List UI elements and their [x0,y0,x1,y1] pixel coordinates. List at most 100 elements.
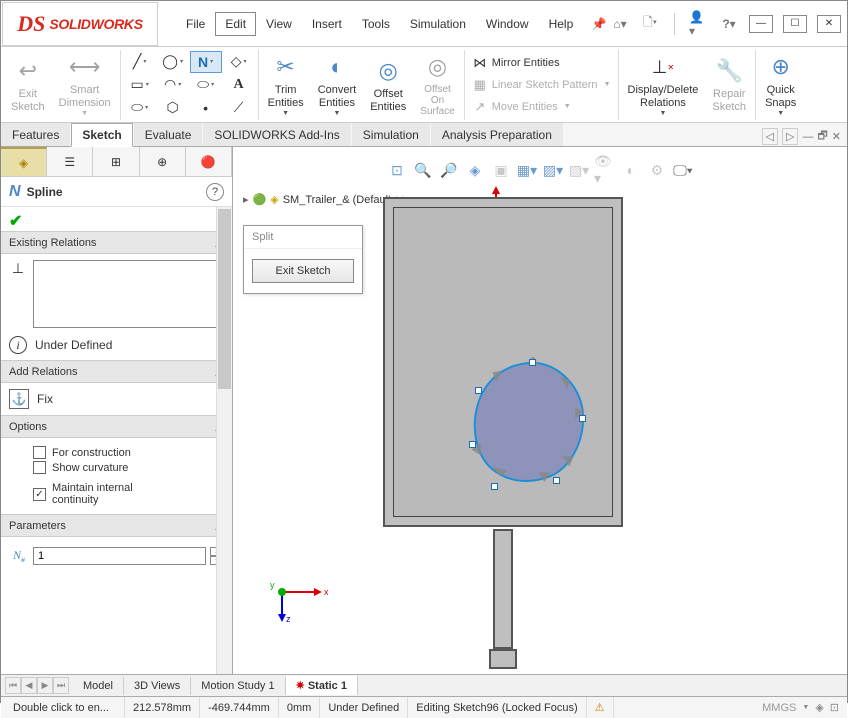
trim-entities-button[interactable]: ✂ Trim Entities ▼ [262,49,310,121]
menu-simulation[interactable]: Simulation [400,12,476,36]
rect-tool[interactable]: ▭▾ [124,74,156,96]
btab-motion[interactable]: Motion Study 1 [191,677,285,695]
monitor-icon[interactable]: 🖵▾ [672,159,694,181]
spline-region[interactable] [463,357,593,487]
user-icon[interactable]: 👤▾ [689,14,709,34]
view-orient-icon[interactable]: ◈ [464,159,486,181]
menu-help[interactable]: Help [539,12,584,36]
section-parameters[interactable]: Parameters︿ [1,514,232,537]
section-options[interactable]: Options︿ [1,415,232,438]
maximize-button[interactable]: ☐ [783,15,807,33]
quick-snaps-button[interactable]: ⊕ Quick Snaps ▼ [759,49,802,121]
maintain-continuity-checkbox[interactable]: ✓ [33,488,46,501]
tab-addins[interactable]: SOLIDWORKS Add-Ins [203,123,350,146]
repair-sketch-button[interactable]: 🔧 Repair Sketch [706,49,752,121]
exit-sketch-button[interactable]: ↩ Exit Sketch [5,49,51,121]
cube-icon[interactable]: ▨▾ [542,159,564,181]
close-button[interactable]: ✕ [817,15,841,33]
pm-tab-property[interactable]: ☰ [47,147,93,176]
tab-simulation[interactable]: Simulation [352,123,430,146]
display-style-icon[interactable]: ▦▾ [516,159,538,181]
hide-show-icon[interactable]: ▨▾ [568,159,590,181]
graphics-viewport[interactable]: ⊡ 🔍 🔎 ◈ ▣ ▦▾ ▨▾ ▨▾ 👁▾ ◐ ⚙ 🖵▾ ▸ 🟢 ◈ SM_Tr… [233,147,847,674]
arc-tool[interactable]: ◠▾ [157,74,189,96]
ok-check-icon[interactable]: ✔ [9,213,22,230]
pm-tab-dim[interactable]: ⊕ [140,147,186,176]
tab-nav-next-icon[interactable]: ▷ [782,128,798,145]
menu-window[interactable]: Window [476,12,539,36]
btab-next-icon[interactable]: ▶ [37,677,53,694]
move-entities-button[interactable]: ↗Move Entities▼ [472,97,611,117]
menu-file[interactable]: File [176,12,215,36]
plane-tool[interactable]: ◇▾ [223,51,255,73]
menu-edit[interactable]: Edit [215,12,256,36]
btab-prev-icon[interactable]: ◀ [21,677,37,694]
pm-help-button[interactable]: ? [206,183,224,201]
spline-point[interactable] [469,441,476,448]
section-view-icon[interactable]: ▣ [490,159,512,181]
tab-sketch[interactable]: Sketch [71,123,132,147]
menu-tools[interactable]: Tools [352,12,400,36]
menu-view[interactable]: View [256,12,302,36]
mirror-entities-button[interactable]: ⋈Mirror Entities [472,53,611,73]
btab-first-icon[interactable]: ⏮ [5,677,21,694]
spline-point[interactable] [491,483,498,490]
display-delete-relations-button[interactable]: ⊥✕ Display/Delete Relations ▼ [622,49,705,121]
text-tool[interactable]: A [223,74,255,96]
spline-point[interactable] [475,387,482,394]
offset-surface-button[interactable]: ◎ Offset On Surface [414,49,460,121]
btab-static[interactable]: ✷Static 1 [286,676,358,695]
tab-features[interactable]: Features [1,123,70,146]
doc-close-icon[interactable]: ✕ [832,130,841,143]
zoom-fit-icon[interactable]: ⊡ [386,159,408,181]
view-triad[interactable]: x z y [268,564,328,624]
tab-nav-prev-icon[interactable]: ◁ [762,128,778,145]
fillet-tool[interactable]: ⟋ [223,97,255,119]
point-tool[interactable]: • [190,97,222,119]
pm-tab-feature[interactable]: ◈ [1,147,47,176]
slot-tool[interactable]: ⬭▾ [124,97,156,119]
offset-entities-button[interactable]: ◎ Offset Entities [364,49,412,121]
section-add-relations[interactable]: Add Relations︿ [1,360,232,383]
home-icon[interactable]: ⌂▾ [610,14,630,34]
scene-icon[interactable]: ◐ [620,159,642,181]
pin-icon[interactable]: 📌 [589,14,609,34]
for-construction-checkbox[interactable] [33,446,46,459]
polygon-tool[interactable]: ⬡ [157,97,189,119]
smart-dimension-button[interactable]: ⟷ Smart Dimension ▼ [53,49,117,121]
ellipse-tool[interactable]: ⬭▾ [190,74,222,96]
minimize-button[interactable]: — [749,15,773,33]
status-warn-icon[interactable]: ⚠ [587,697,614,718]
spline-point[interactable] [553,477,560,484]
spline-point[interactable] [579,415,586,422]
zoom-area-icon[interactable]: 🔍 [412,159,434,181]
spline-point[interactable] [529,359,536,366]
gear-view-icon[interactable]: ⚙ [646,159,668,181]
status-units[interactable]: MMGS [762,702,796,714]
btab-model[interactable]: Model [73,677,124,695]
tab-analysis[interactable]: Analysis Preparation [431,123,563,146]
fix-relation-button[interactable]: ⚓ Fix [9,389,224,409]
param-n-input[interactable] [33,547,206,565]
tab-evaluate[interactable]: Evaluate [134,123,203,146]
new-doc-icon[interactable]: 🗋▾ [640,14,660,34]
pm-tab-config[interactable]: ⊞ [93,147,139,176]
existing-relations-list[interactable] [33,260,224,328]
spline-tool[interactable]: N▾ [190,51,222,73]
show-curvature-checkbox[interactable] [33,461,46,474]
eye-icon[interactable]: 👁▾ [594,159,616,181]
doc-minimize-icon[interactable]: — [802,131,813,143]
btab-last-icon[interactable]: ⏭ [53,677,69,694]
menu-insert[interactable]: Insert [302,12,352,36]
btab-3dviews[interactable]: 3D Views [124,677,191,695]
circle-tool[interactable]: ◯▾ [157,51,189,73]
convert-entities-button[interactable]: ◐ Convert Entities ▼ [312,49,363,121]
section-existing-relations[interactable]: Existing Relations︿ [1,231,232,254]
pm-tab-display[interactable]: 🔴 [186,147,232,176]
panel-scrollbar[interactable] [216,207,232,674]
help-dd-icon[interactable]: ?▾ [719,14,739,34]
doc-restore-icon[interactable]: 🗗 [817,127,827,146]
linear-pattern-button[interactable]: ▦Linear Sketch Pattern▼ [472,75,611,95]
zoom-prev-icon[interactable]: 🔎 [438,159,460,181]
line-tool[interactable]: ╱▾ [124,51,156,73]
